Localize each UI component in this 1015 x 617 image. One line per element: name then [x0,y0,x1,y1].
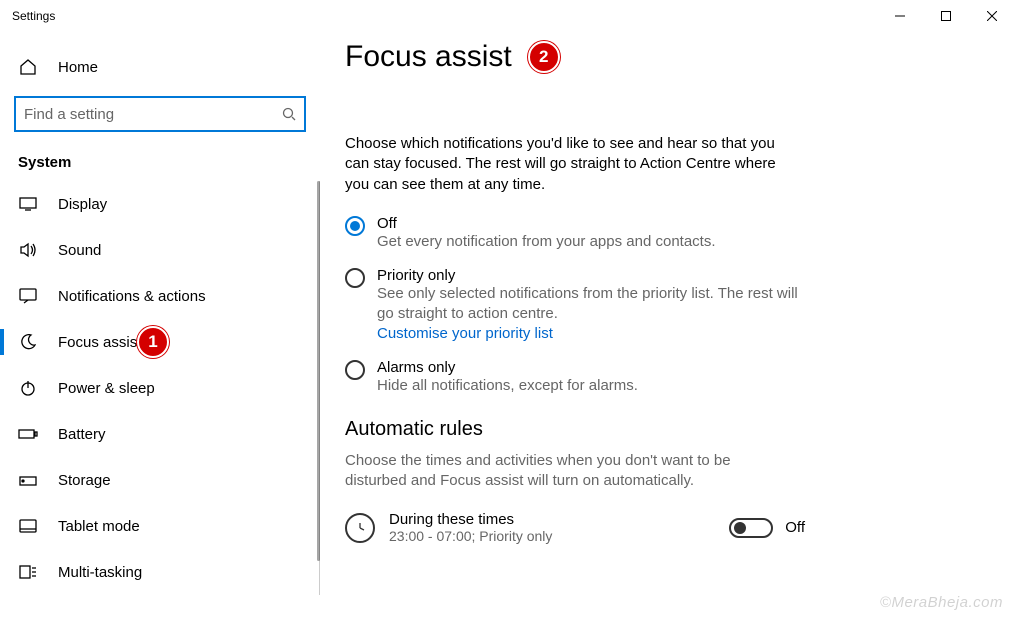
nav-notifications[interactable]: Notifications & actions [0,273,319,319]
radio-icon [345,360,365,380]
rule-sub: 23:00 - 07:00; Priority only [389,528,729,544]
nav-label: Notifications & actions [58,288,206,305]
search-input[interactable] [24,106,282,123]
radio-sub: Get every notification from your apps an… [377,232,716,252]
radio-alarms-only[interactable]: Alarms only Hide all notifications, exce… [345,359,805,396]
nav-list: Display Sound Notifications & actions Fo… [0,181,320,595]
rule-during-these-times[interactable]: During these times 23:00 - 07:00; Priori… [345,511,805,544]
rule-toggle-label: Off [785,519,805,536]
rule-toggle[interactable] [729,518,773,538]
nav-label: Tablet mode [58,518,140,535]
tablet-icon [18,516,38,536]
moon-icon [18,332,38,352]
maximize-button[interactable] [923,0,969,32]
customise-priority-link[interactable]: Customise your priority list [377,325,553,342]
page-description: Choose which notifications you'd like to… [345,134,785,195]
watermark: ©MeraBheja.com [880,594,1003,611]
clock-icon [345,513,375,543]
window-controls [877,0,1015,32]
automatic-rules-desc: Choose the times and activities when you… [345,451,785,492]
nav-focus-assist[interactable]: Focus assist 1 [0,319,319,365]
battery-icon [18,424,38,444]
minimize-button[interactable] [877,0,923,32]
home-icon [18,57,38,77]
radio-label: Priority only [377,267,805,284]
radio-label: Off [377,215,716,232]
nav-sound[interactable]: Sound [0,227,319,273]
nav-display[interactable]: Display [0,181,319,227]
sound-icon [18,240,38,260]
storage-icon [18,470,38,490]
display-icon [18,194,38,214]
nav-label: Display [58,196,107,213]
close-button[interactable] [969,0,1015,32]
main-pane: Focus assist 2 Choose which notification… [345,40,1003,617]
notifications-icon [18,286,38,306]
radio-icon [345,216,365,236]
radio-off[interactable]: Off Get every notification from your app… [345,215,805,252]
annotation-badge-1: 1 [137,326,169,358]
titlebar: Settings [0,0,1015,32]
power-icon [18,378,38,398]
nav-tablet-mode[interactable]: Tablet mode [0,503,319,549]
nav-storage[interactable]: Storage [0,457,319,503]
rule-title: During these times [389,511,729,528]
annotation-badge-2: 2 [528,41,560,73]
section-header: System [0,148,320,181]
automatic-rules-heading: Automatic rules [345,418,1003,441]
search-box[interactable] [14,96,306,132]
nav-battery[interactable]: Battery [0,411,319,457]
page-title-row: Focus assist 2 [345,40,1003,74]
nav-label: Sound [58,242,101,259]
nav-label: Multi-tasking [58,564,142,581]
nav-home[interactable]: Home [0,44,320,90]
radio-priority-only[interactable]: Priority only See only selected notifica… [345,267,805,343]
radio-sub: See only selected notifications from the… [377,284,805,323]
nav-multitasking[interactable]: Multi-tasking [0,549,319,595]
nav-label: Battery [58,426,106,443]
nav-label: Power & sleep [58,380,155,397]
nav-power-sleep[interactable]: Power & sleep [0,365,319,411]
nav-label: Focus assist [58,334,141,351]
radio-icon [345,268,365,288]
nav-home-label: Home [58,59,98,76]
radio-label: Alarms only [377,359,638,376]
page-title: Focus assist [345,40,512,74]
window-title: Settings [12,9,877,23]
sidebar: Home System Display Sound Notifications … [0,32,320,617]
multitasking-icon [18,562,38,582]
nav-label: Storage [58,472,111,489]
radio-sub: Hide all notifications, except for alarm… [377,376,638,396]
search-icon [282,107,296,121]
